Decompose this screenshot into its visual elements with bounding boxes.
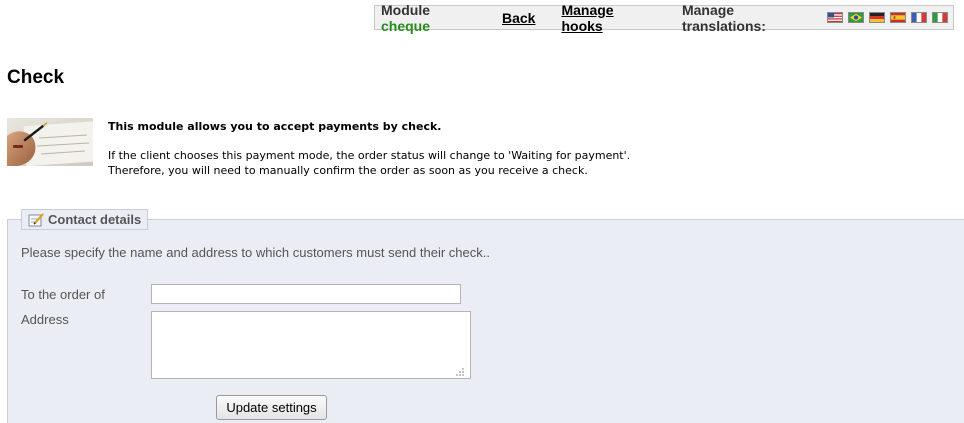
address-textarea[interactable]: [151, 311, 471, 379]
back-link[interactable]: Back: [502, 10, 535, 26]
page-title: Check: [7, 67, 65, 88]
module-config-page: Module cheque Back Manage hooks Manage t…: [0, 0, 964, 423]
order-of-label: To the order of: [21, 287, 105, 302]
address-label: Address: [21, 312, 69, 327]
contact-instructions: Please specify the name and address to w…: [21, 245, 490, 260]
module-label: Module: [381, 1, 430, 18]
es-flag-icon[interactable]: [890, 12, 906, 23]
module-indicator: Module cheque: [381, 2, 480, 34]
br-flag-icon[interactable]: [848, 12, 864, 23]
description-line-1: If the client chooses this payment mode,…: [108, 149, 631, 162]
module-toolbar: Module cheque Back Manage hooks Manage t…: [374, 2, 954, 34]
manage-hooks-link[interactable]: Manage hooks: [561, 2, 655, 34]
module-name: cheque: [381, 17, 431, 34]
resize-grip-icon[interactable]: [455, 364, 465, 376]
it-flag-icon[interactable]: [932, 12, 948, 23]
us-flag-icon[interactable]: [827, 12, 843, 23]
check-writing-image: [7, 118, 93, 166]
edit-note-icon: [28, 212, 44, 227]
order-of-input[interactable]: [151, 284, 461, 304]
manage-translations-label: Manage translations:: [681, 1, 766, 34]
de-flag-icon[interactable]: [869, 12, 885, 23]
module-description: This module allows you to accept payment…: [108, 119, 630, 178]
fr-flag-icon[interactable]: [911, 12, 927, 23]
description-line-2: Therefore, you will need to manually con…: [108, 164, 588, 177]
update-settings-button[interactable]: Update settings: [216, 395, 327, 420]
contact-details-legend: Contact details: [21, 209, 149, 230]
legend-label: Contact details: [48, 212, 142, 227]
description-headline: This module allows you to accept payment…: [108, 120, 442, 133]
translation-flags: [827, 12, 953, 23]
